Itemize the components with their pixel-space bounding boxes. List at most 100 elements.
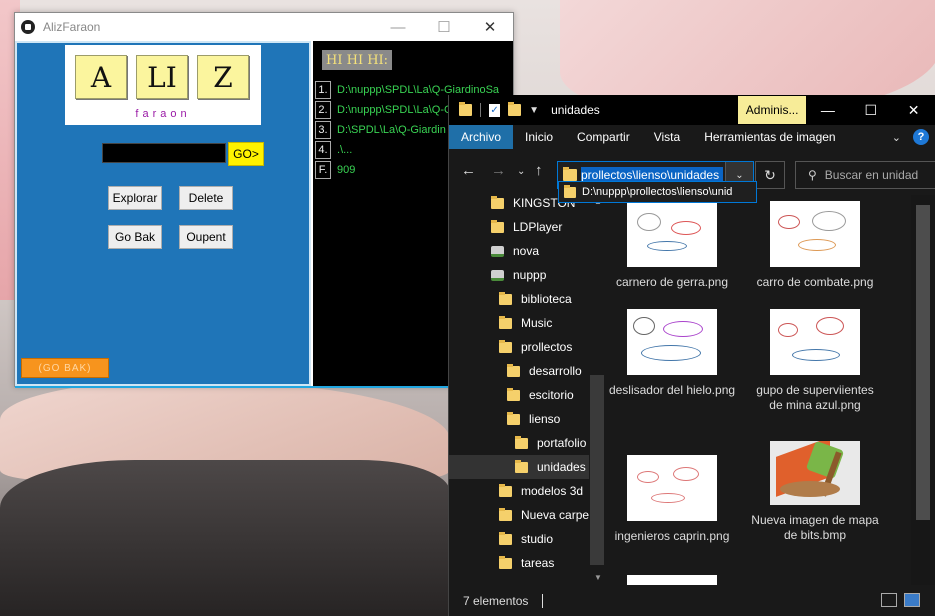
nav-item-nuppp[interactable]: nuppp: [491, 263, 546, 287]
open-button[interactable]: Oupent: [179, 225, 233, 249]
nav-item-nova[interactable]: nova: [491, 239, 539, 263]
refresh-icon[interactable]: ↻: [755, 161, 785, 189]
file-item[interactable]: gupo de superviientes de mina azul.png: [750, 309, 880, 413]
explorer-titlebar[interactable]: ✓ ▼ unidades Adminis... — ☐ ✕: [449, 95, 935, 125]
go-back-orange-button[interactable]: (GO BAK): [21, 358, 109, 378]
help-icon[interactable]: ?: [913, 129, 929, 145]
image-thumbnail: [770, 201, 860, 267]
nav-item-ldplayer[interactable]: LDPlayer: [491, 215, 562, 239]
window-title: unidades: [551, 103, 600, 117]
large-icons-view-icon[interactable]: [904, 593, 920, 607]
nav-item-label: unidades: [537, 460, 586, 474]
file-name: carro de combate.png: [756, 275, 874, 289]
maximize-icon[interactable]: ☐: [849, 95, 892, 125]
folder-icon: [507, 411, 520, 425]
nav-item-lienso[interactable]: lienso: [507, 407, 560, 431]
folder-icon: [499, 339, 512, 353]
close-icon[interactable]: ✕: [467, 13, 513, 41]
ribbon-tabs: Archivo Inicio Compartir Vista Herramien…: [449, 125, 935, 149]
image-thumbnail: [627, 455, 717, 521]
history-path: .\...: [337, 144, 353, 156]
file-item[interactable]: Nueva imagen de mapa de bits.bmp: [750, 441, 880, 543]
folder-icon: [499, 507, 512, 521]
file-name: carnero de gerra.png: [615, 275, 729, 289]
tab-inicio[interactable]: Inicio: [513, 125, 565, 149]
go-back-button[interactable]: Go Bak: [108, 225, 162, 249]
maximize-icon[interactable]: ☐: [421, 13, 467, 41]
details-view-icon[interactable]: [881, 593, 897, 607]
file-content-pane: carnero de gerra.png carro de combate.pn…: [609, 195, 913, 585]
file-item[interactable]: carnero de gerra.png: [609, 201, 737, 290]
nav-scrollbar[interactable]: [590, 375, 604, 565]
alizfaraon-titlebar[interactable]: AlizFaraon — ☐ ✕: [15, 13, 513, 41]
history-path: 909: [337, 164, 356, 176]
folder-icon: [563, 167, 577, 181]
go-button[interactable]: GO>: [228, 142, 264, 166]
nav-item-unidades[interactable]: unidades: [449, 455, 589, 479]
nav-item-prollectos[interactable]: prollectos: [499, 335, 572, 359]
path-input[interactable]: [102, 143, 226, 163]
forward-arrow-icon[interactable]: →: [491, 162, 506, 179]
tab-compartir[interactable]: Compartir: [565, 125, 642, 149]
nav-item-escitorio[interactable]: escitorio: [507, 383, 574, 407]
chevron-down-icon[interactable]: ⌄: [892, 131, 901, 144]
folder-icon: [515, 435, 528, 449]
text-caret: [542, 593, 544, 608]
nav-item-label: nuppp: [513, 268, 547, 282]
tab-vista[interactable]: Vista: [642, 125, 692, 149]
separator: [480, 103, 481, 117]
back-arrow-icon[interactable]: ←: [461, 162, 476, 179]
file-item[interactable]: deslisador del hielo.png: [609, 309, 737, 398]
search-placeholder: Buscar en unidad: [824, 168, 919, 182]
folder-icon: [459, 102, 473, 116]
properties-icon[interactable]: ✓: [488, 103, 501, 117]
folder-icon: [564, 184, 576, 198]
admin-tab[interactable]: Adminis...: [737, 96, 807, 124]
folder-icon: [507, 387, 520, 401]
address-suggestion[interactable]: D:\nuppp\prollectos\lienso\unid: [558, 181, 757, 203]
nav-item-label: desarrollo: [529, 364, 582, 378]
quick-access-dropdown-icon[interactable]: ▼: [529, 105, 539, 116]
tab-herramientas-imagen[interactable]: Herramientas de imagen: [692, 125, 847, 149]
folder-icon: [499, 483, 512, 497]
folder-icon: [499, 291, 512, 305]
nav-item-label: tareas: [521, 556, 555, 570]
folder-icon: [499, 555, 512, 569]
new-folder-icon[interactable]: [508, 102, 522, 116]
minimize-icon[interactable]: —: [806, 95, 849, 125]
history-index: 3.: [315, 121, 331, 139]
image-thumbnail: [627, 575, 717, 585]
nav-item-tareas[interactable]: tareas: [499, 551, 554, 575]
content-scrollbar[interactable]: [911, 195, 935, 585]
nav-item-studio[interactable]: studio: [499, 527, 553, 551]
history-item[interactable]: 4. .\...: [315, 140, 352, 160]
nav-item-label: LDPlayer: [513, 220, 563, 234]
nav-item-biblioteca[interactable]: biblioteca: [499, 287, 572, 311]
nav-item-portafolio[interactable]: portafolio: [515, 431, 586, 455]
file-explorer-window: ✓ ▼ unidades Adminis... — ☐ ✕ Archivo In…: [448, 95, 935, 616]
file-item[interactable]: [609, 575, 737, 585]
nav-item-music[interactable]: Music: [499, 311, 552, 335]
file-item[interactable]: carro de combate.png: [750, 201, 880, 290]
nav-item-modelos-3d[interactable]: modelos 3d: [499, 479, 583, 503]
nav-item-label: studio: [521, 532, 554, 546]
folder-icon: [491, 219, 504, 233]
minimize-icon[interactable]: —: [375, 13, 421, 41]
history-item[interactable]: F. 909: [315, 160, 355, 180]
image-thumbnail: [627, 309, 717, 375]
scroll-down-icon[interactable]: ▼: [594, 573, 602, 582]
recent-locations-icon[interactable]: ⌄: [517, 166, 525, 177]
close-icon[interactable]: ✕: [892, 95, 935, 125]
history-item[interactable]: 3. D:\SPDL\La\Q-Giardin: [315, 120, 446, 140]
file-item[interactable]: ingenieros caprin.png: [609, 455, 737, 544]
delete-button[interactable]: Delete: [179, 186, 233, 210]
explore-button[interactable]: Explorar: [108, 186, 162, 210]
up-arrow-icon[interactable]: ↑: [535, 162, 543, 179]
folder-icon: [499, 315, 512, 329]
search-input[interactable]: ⚲ Buscar en unidad: [795, 161, 935, 189]
logo-letter-z: Z: [197, 55, 249, 99]
scroll-thumb[interactable]: [916, 205, 930, 520]
tab-archivo[interactable]: Archivo: [449, 125, 514, 149]
nav-item-nueva-carpeta[interactable]: Nueva carpe: [499, 503, 589, 527]
nav-item-desarrollo[interactable]: desarrollo: [507, 359, 582, 383]
